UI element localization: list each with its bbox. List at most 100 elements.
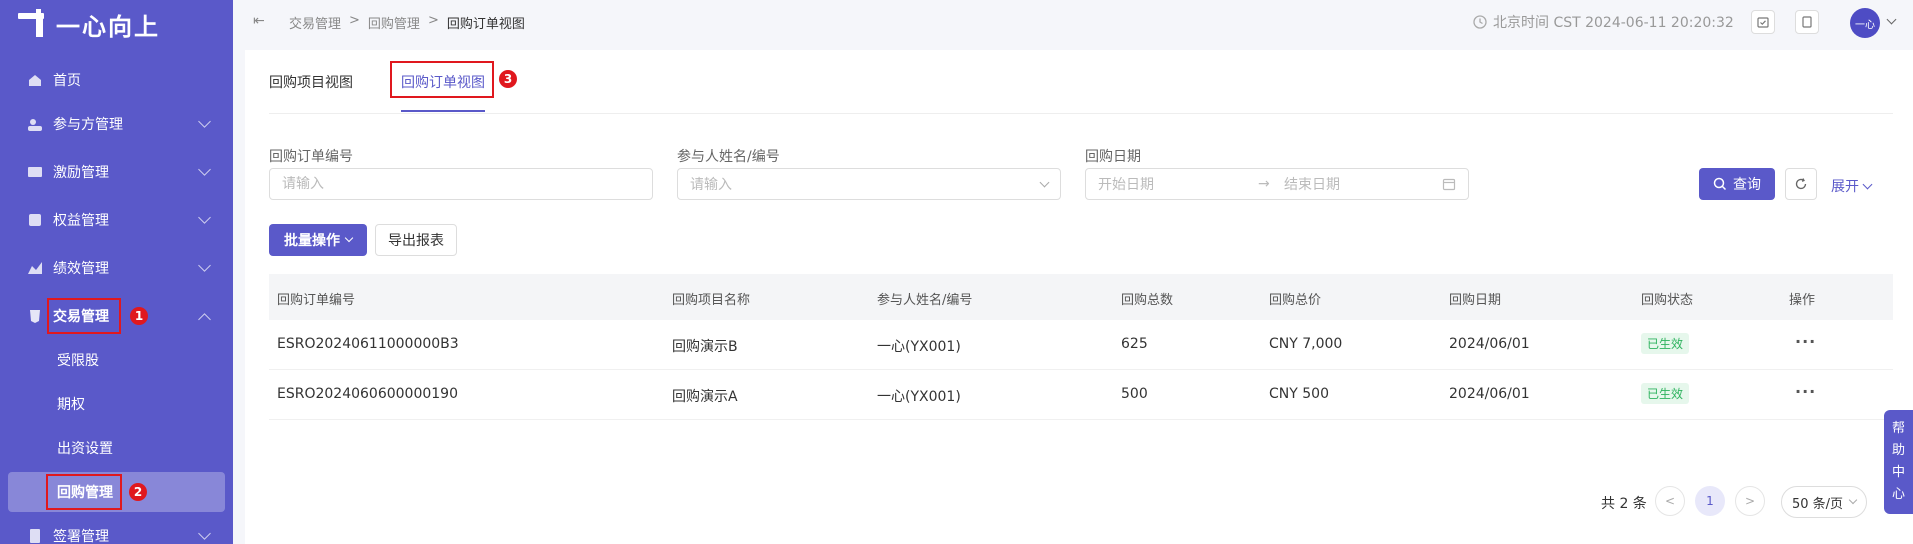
sidebar-item-sign[interactable]: 签署管理 [0, 516, 233, 544]
breadcrumb-item[interactable]: 回购管理 [368, 13, 420, 32]
sidebar-subitem-label: 受限股 [57, 353, 99, 369]
chevron-down-icon [1848, 495, 1858, 505]
pagination-prev-button[interactable]: < [1655, 486, 1685, 516]
date-cell: 2024/06/01 [1449, 386, 1530, 402]
breadcrumb-item[interactable]: 交易管理 [289, 13, 341, 32]
sidebar-item-home[interactable]: 首页 [0, 60, 233, 100]
sidebar-item-label: 参与方管理 [53, 117, 123, 133]
reset-button[interactable] [1785, 168, 1817, 200]
task-icon[interactable] [1751, 10, 1775, 34]
export-report-button[interactable]: 导出报表 [375, 224, 457, 256]
chevron-down-icon [198, 259, 211, 272]
chevron-down-icon [344, 233, 354, 243]
server-clock: 北京时间 CST 2024-06-11 20:20:32 [1473, 12, 1734, 32]
status-badge: 已生效 [1641, 333, 1690, 354]
sidebar-subitem-label: 期权 [57, 397, 85, 413]
logo-text: 一心向上 [56, 12, 160, 41]
sign-icon [26, 527, 44, 544]
table-header-cell: 回购总价 [1269, 293, 1322, 308]
project-cell: 回购演示A [672, 389, 738, 405]
page-size-select[interactable]: 50 条/页 [1781, 486, 1867, 518]
price-cell: CNY 500 [1269, 386, 1329, 402]
sidebar-subitem-label: 出资设置 [57, 441, 113, 457]
help-center-tab[interactable]: 帮 助 中 心 [1884, 410, 1913, 514]
collapse-menu-icon[interactable]: ⇤ [253, 14, 269, 28]
help-char: 心 [1891, 487, 1905, 502]
table-header-cell: 回购总数 [1121, 293, 1174, 308]
people-icon [26, 115, 44, 133]
sidebar-item-label: 首页 [53, 73, 81, 89]
order-no-cell: ESRO2024060600000190 [277, 386, 458, 402]
search-icon [1713, 177, 1727, 191]
breadcrumb-separator: > [349, 13, 360, 28]
order-no-input[interactable] [282, 176, 640, 192]
sidebar-item-label: 签署管理 [53, 529, 109, 544]
table-header: 回购订单编号 回购项目名称 参与人姓名/编号 回购总数 回购总价 回购日期 回购… [269, 274, 1893, 320]
participant-placeholder: 请输入 [690, 177, 732, 193]
end-date-input[interactable]: 结束日期 [1284, 174, 1442, 194]
sidebar-item-label: 激励管理 [53, 165, 109, 181]
batch-operation-button[interactable]: 批量操作 [269, 224, 367, 256]
more-actions-icon[interactable]: ··· [1795, 382, 1816, 401]
annotation-badge-1: 1 [130, 307, 148, 325]
tab-buyback-project-view[interactable]: 回购项目视图 [269, 72, 353, 92]
count-cell: 500 [1121, 386, 1148, 402]
main-panel: 回购项目视图 回购订单视图 3 回购订单编号 参与人姓名/编号 请输入 回购日期… [245, 50, 1913, 544]
tab-active-indicator [401, 110, 485, 112]
sidebar-subitem-funding[interactable]: 出资设置 [0, 428, 233, 468]
help-char: 中 [1891, 465, 1905, 480]
expand-filters-link[interactable]: 展开 [1831, 176, 1873, 196]
clock-icon [1473, 15, 1487, 29]
table-row: ESRO2024060600000190 回购演示A 一心(YX001) 500… [269, 370, 1893, 420]
chevron-up-icon [198, 313, 211, 326]
project-cell: 回购演示B [672, 339, 738, 355]
chevron-down-icon[interactable] [1886, 14, 1897, 25]
price-cell: CNY 7,000 [1269, 336, 1343, 352]
date-range-picker[interactable]: 开始日期 → 结束日期 [1085, 168, 1469, 200]
equity-icon [26, 211, 44, 229]
table-header-cell: 操作 [1789, 293, 1816, 308]
pagination-next-button[interactable]: > [1735, 486, 1765, 516]
performance-icon [26, 259, 44, 277]
pagination-page-button[interactable]: 1 [1695, 486, 1725, 516]
table-row: ESRO20240611000000B3 回购演示B 一心(YX001) 625… [269, 320, 1893, 370]
range-arrow-icon: → [1258, 176, 1270, 192]
annotation-box-3 [390, 61, 494, 98]
page-size-value: 50 条/页 [1792, 496, 1844, 512]
participant-cell: 一心(YX001) [877, 389, 961, 405]
participant-label: 参与人姓名/编号 [677, 149, 780, 165]
annotation-box-1 [47, 298, 121, 334]
sidebar-item-equity[interactable]: 权益管理 [0, 200, 233, 240]
query-button-label: 查询 [1733, 177, 1761, 193]
sidebar-item-participants[interactable]: 参与方管理 [0, 104, 233, 144]
chevron-down-icon [1862, 179, 1873, 189]
calendar-icon [1442, 178, 1456, 191]
sidebar-subitem-options[interactable]: 期权 [0, 384, 233, 424]
sidebar-item-performance[interactable]: 绩效管理 [0, 248, 233, 288]
sidebar-item-label: 权益管理 [53, 213, 109, 229]
chevron-down-icon [198, 527, 211, 540]
table-header-cell: 参与人姓名/编号 [877, 293, 973, 308]
help-char: 帮 [1891, 421, 1905, 436]
more-actions-icon[interactable]: ··· [1795, 332, 1816, 351]
breadcrumb-current: 回购订单视图 [446, 17, 525, 32]
help-char: 助 [1891, 443, 1905, 458]
count-cell: 625 [1121, 336, 1148, 352]
document-icon[interactable] [1795, 10, 1819, 34]
query-button[interactable]: 查询 [1699, 168, 1775, 200]
status-badge: 已生效 [1641, 383, 1690, 404]
participant-cell: 一心(YX001) [877, 339, 961, 355]
sidebar-item-incentive[interactable]: 激励管理 [0, 152, 233, 192]
refresh-icon [1795, 178, 1807, 190]
chevron-down-icon [1039, 177, 1050, 187]
incentive-icon [26, 163, 44, 181]
table-header-cell: 回购状态 [1641, 293, 1694, 308]
chevron-down-icon [198, 211, 211, 224]
annotation-badge-3: 3 [499, 70, 517, 88]
sidebar-subitem-restricted-stock[interactable]: 受限股 [0, 340, 233, 380]
date-cell: 2024/06/01 [1449, 336, 1530, 352]
start-date-input[interactable]: 开始日期 [1098, 174, 1258, 194]
participant-select[interactable]: 请输入 [677, 168, 1061, 200]
date-label: 回购日期 [1085, 149, 1141, 165]
avatar[interactable]: 一心 [1850, 8, 1880, 38]
